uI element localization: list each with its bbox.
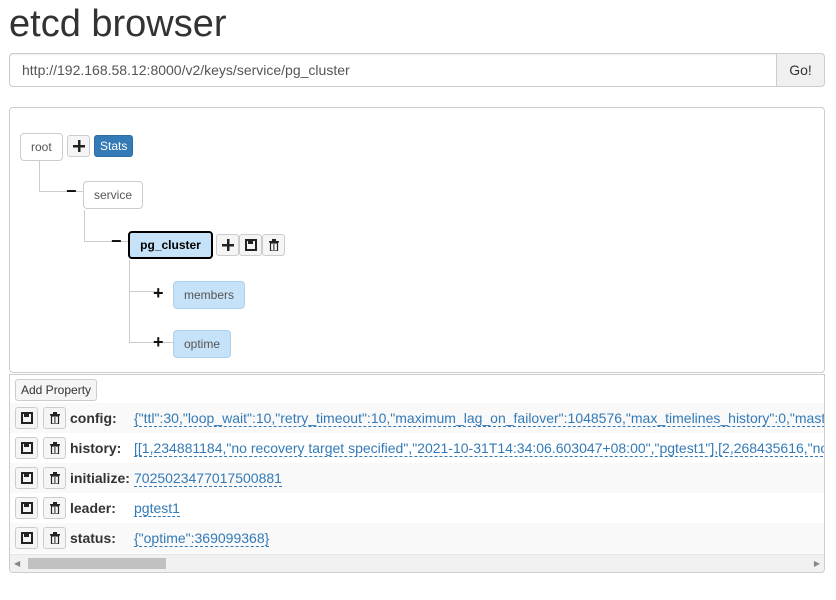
tree-node-members[interactable]: members [173,281,246,309]
collapse-icon[interactable]: − [111,232,122,250]
app-title: etcd browser [9,3,227,45]
property-key: initialize: [70,470,130,486]
property-row: status: {"optime":369099368} [10,523,824,553]
property-key: status: [70,530,116,546]
delete-button[interactable] [262,234,285,256]
stats-button[interactable]: Stats [94,135,134,157]
tree-panel: root Stats − service − pg_cluster + memb… [9,107,825,373]
save-button[interactable] [15,437,38,459]
delete-button[interactable] [43,497,66,519]
trash-icon [49,412,60,424]
save-button[interactable] [15,467,38,489]
property-value[interactable]: {"optime":369099368} [134,530,270,547]
property-value[interactable]: [[1,234881184,"no recovery target specif… [134,440,824,457]
tree-node-service[interactable]: service [83,181,144,209]
scroll-left-icon[interactable]: ◀ [14,558,20,569]
url-bar: Go! [9,53,825,87]
go-button[interactable]: Go! [776,53,825,87]
save-icon [20,502,33,514]
save-button[interactable] [15,497,38,519]
delete-button[interactable] [43,407,66,429]
horizontal-scrollbar[interactable]: ◀ ▶ [10,554,824,572]
save-icon [20,472,33,484]
plus-icon [72,140,85,152]
property-row: history: [[1,234881184,"no recovery targ… [10,433,824,463]
scroll-thumb[interactable] [28,558,166,569]
save-button[interactable] [15,527,38,549]
property-value[interactable]: 7025023477017500881 [134,470,282,487]
property-value[interactable]: {"ttl":30,"loop_wait":10,"retry_timeout"… [134,410,824,427]
delete-button[interactable] [43,467,66,489]
expand-icon[interactable]: + [153,284,164,302]
property-key: leader: [70,500,116,516]
plus-icon [221,239,234,251]
delete-button[interactable] [43,527,66,549]
tree-node-optime[interactable]: optime [173,330,232,358]
property-row: initialize: 7025023477017500881 [10,463,824,493]
trash-icon [49,472,60,484]
save-icon [20,532,33,544]
save-icon [20,412,33,424]
save-icon [244,239,257,251]
url-input[interactable] [9,53,777,87]
property-value[interactable]: pgtest1 [134,500,180,517]
trash-icon [268,239,279,251]
property-key: config: [70,410,117,426]
add-key-button[interactable] [67,135,90,157]
property-row: leader: pgtest1 [10,493,824,523]
add-key-button[interactable] [216,234,239,256]
expand-icon[interactable]: + [153,333,164,351]
scroll-right-icon[interactable]: ▶ [814,558,820,569]
save-icon [20,442,33,454]
trash-icon [49,502,60,514]
property-row: config: {"ttl":30,"loop_wait":10,"retry_… [10,403,824,433]
delete-button[interactable] [43,437,66,459]
save-button[interactable] [239,234,262,256]
tree-connector [84,210,129,242]
property-key: history: [70,440,122,456]
save-button[interactable] [15,407,38,429]
tree-node-selected[interactable]: pg_cluster [128,231,213,259]
properties-panel: Add Property config: {"ttl":30,"loop_wai… [9,374,825,573]
add-property-button[interactable]: Add Property [15,379,98,401]
tree-node-root[interactable]: root [20,133,63,161]
tree-connector [129,260,174,343]
collapse-icon[interactable]: − [66,182,77,200]
tree-connector [39,161,84,192]
trash-icon [49,532,60,544]
trash-icon [49,442,60,454]
